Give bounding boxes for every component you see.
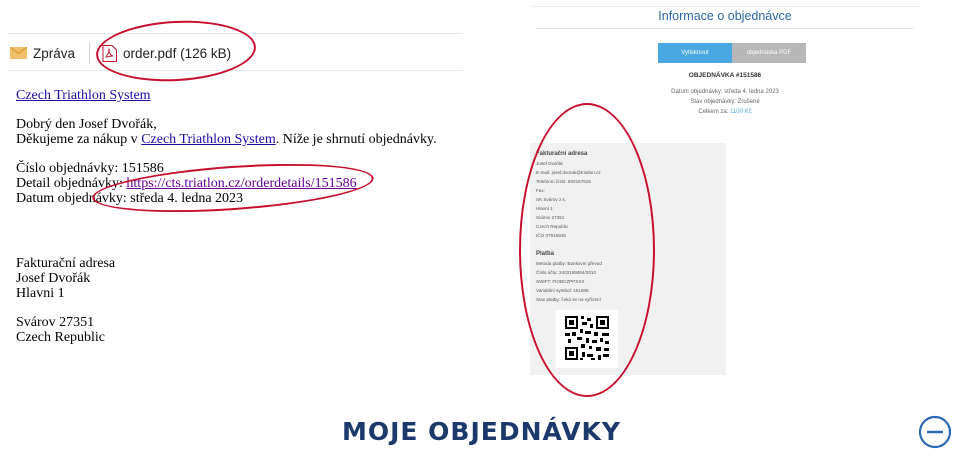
payment-title: Platba: [536, 251, 555, 257]
message-tab-label: Zpráva: [33, 45, 76, 61]
billing-street: Hlavni 1: [16, 286, 65, 301]
total-amount: 1100 Kč: [730, 109, 752, 115]
billing-title: Fakturační adresa: [536, 151, 588, 157]
print-button[interactable]: Vytisknout: [658, 43, 732, 63]
billing-line: IČO 07915845: [536, 233, 566, 238]
email-body: Czech Triathlon System Dobrý den Josef D…: [16, 88, 466, 345]
collapse-circle-icon[interactable]: [918, 415, 952, 449]
billing-title: Fakturační adresa: [16, 256, 116, 271]
billing-country: Czech Republic: [16, 330, 106, 345]
order-heading: OBJEDNÁVKA #151586: [688, 72, 762, 79]
payment-line: Stav platby: čeká se na vyřízení: [536, 297, 601, 302]
divider: [8, 33, 463, 34]
envelope-icon: [10, 47, 27, 59]
order-detail-line: Detail objednávky: https://cts.triatlon.…: [16, 176, 466, 191]
action-buttons: Vytisknout objednávka PDF: [658, 43, 806, 63]
thanks-prefix: Děkujeme za nákup v: [16, 132, 142, 147]
my-orders-heading: MOJE OBJEDNÁVKY: [341, 417, 622, 446]
billing-payment-box: Fakturační adresa Josef Dvořák E-mail: j…: [530, 143, 726, 375]
payment-line: SWIFT: FIOBCZPPXXX: [536, 279, 585, 284]
order-date: Datum objednávky: středa 4. ledna 2023: [16, 191, 244, 206]
email-pane: Zpráva order.pdf (126 kB) Czech Triathlo…: [0, 0, 470, 390]
attachment-label: order.pdf (126 kB): [123, 45, 232, 61]
detail-title: Informace o objednávce: [658, 9, 792, 23]
thanks-line: Děkujeme za nákup v Czech Triathlon Syst…: [16, 132, 466, 147]
billing-line: SK Svárov z.s.: [536, 197, 567, 202]
order-number: Číslo objednávky: 151586: [16, 161, 164, 176]
order-detail-link[interactable]: https://cts.triatlon.cz/orderdetails/151…: [126, 176, 356, 191]
billing-line: Svárov 27351: [536, 215, 565, 220]
billing-line: E-mail: josef.dvorak@triatlon.cz: [536, 170, 601, 175]
pdf-file-icon: [102, 44, 118, 62]
payment-line: Číslo účtu: 2403169854/2010: [536, 270, 597, 275]
billing-line: Hlavní 1: [536, 206, 553, 211]
billing-city: Svárov 27351: [16, 315, 95, 330]
attachment-tab[interactable]: order.pdf (126 kB): [102, 44, 232, 62]
billing-line: Czech Republic: [536, 224, 569, 229]
order-total: Celkem za: 1100 Kč: [530, 107, 920, 117]
order-status: Stav objednávky: Zrušené: [690, 99, 760, 105]
attachment-bar: Zpráva order.pdf (126 kB): [10, 41, 231, 65]
total-prefix: Celkem za:: [698, 109, 731, 115]
sender-link[interactable]: Czech Triathlon System: [16, 88, 151, 103]
billing-name: Josef Dvořák: [16, 271, 91, 286]
billing-line: Telefonní číslo: 603157815: [536, 179, 591, 184]
greeting: Dobrý den Josef Dvořák,: [16, 117, 157, 132]
order-meta: Datum objednávky: středa 4. ledna 2023 S…: [530, 87, 920, 117]
detail-prefix: Detail objednávky:: [16, 176, 127, 191]
payment-line: Metoda platby: Bankovní převod: [536, 261, 602, 266]
message-tab[interactable]: Zpráva: [10, 46, 75, 61]
billing-line: Josef Dvořák: [536, 161, 563, 166]
thanks-suffix: . Níže je shrnutí objednávky.: [275, 132, 437, 147]
shop-link[interactable]: Czech Triathlon System: [141, 132, 276, 147]
divider: [530, 0, 920, 7]
order-detail-pane: Informace o objednávce Vytisknout objedn…: [530, 0, 920, 390]
billing-line: Fax:: [536, 188, 545, 193]
qr-code: [556, 310, 618, 368]
divider: [8, 70, 463, 71]
pdf-order-button[interactable]: objednávka PDF: [732, 43, 806, 63]
payment-line: Variabilní symbol: 151586: [536, 288, 589, 293]
order-date: Datum objednávky: středa 4. ledna 2023: [671, 89, 779, 95]
divider: [536, 28, 914, 29]
tab-separator: [89, 42, 91, 64]
